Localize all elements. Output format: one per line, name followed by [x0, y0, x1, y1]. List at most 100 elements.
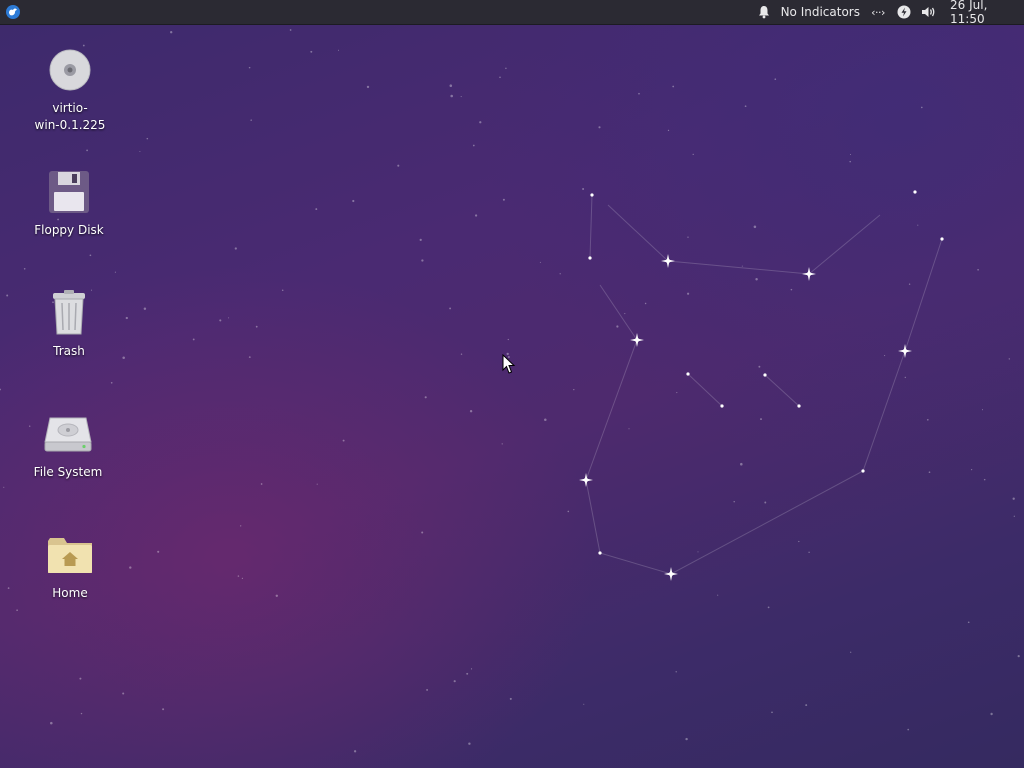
wallpaper-star-core	[583, 477, 589, 483]
wallpaper-dust	[228, 317, 230, 319]
wallpaper-dust	[983, 478, 986, 481]
wallpaper-dust	[79, 677, 82, 680]
floppy-disk-icon	[45, 168, 93, 216]
wallpaper-star-core	[668, 571, 674, 577]
desktop-icon-virtio-win[interactable]: virtio- win-0.1.225	[22, 46, 118, 134]
wallpaper-dust	[771, 711, 773, 714]
wallpaper-dust	[23, 268, 26, 270]
wallpaper-dust	[774, 78, 777, 81]
power-icon[interactable]	[894, 0, 914, 24]
wallpaper-dust	[539, 261, 541, 263]
wallpaper-dust	[50, 721, 53, 725]
wallpaper-dust	[850, 651, 852, 653]
wallpaper-dust	[920, 106, 923, 109]
wallpaper-dust	[248, 66, 251, 69]
wallpaper-dust	[638, 92, 640, 95]
desktop-icon-file-system[interactable]: File System	[20, 410, 116, 481]
wallpaper-dust	[342, 439, 345, 442]
wallpaper-dust	[507, 338, 509, 341]
wallpaper-dust	[125, 316, 128, 320]
wallpaper-dust	[582, 188, 585, 190]
wallpaper-dust	[672, 85, 675, 88]
wallpaper-dust	[219, 319, 222, 322]
wallpaper-dust	[567, 510, 570, 513]
wallpaper-dust	[260, 483, 263, 485]
wallpaper-dust	[234, 247, 237, 250]
wallpaper-dust	[907, 728, 910, 731]
wallpaper-dust	[237, 575, 240, 577]
wallpaper-dust	[767, 606, 770, 609]
indicators-label[interactable]: No Indicators	[779, 0, 868, 24]
wallpaper-dust	[616, 325, 619, 328]
wallpaper-dust	[89, 254, 92, 257]
wallpaper-dust	[0, 388, 1, 391]
clock[interactable]: 26 Jul, 11:50	[950, 0, 1024, 26]
wallpaper-dust	[170, 31, 173, 34]
wallpaper-dust	[758, 365, 761, 368]
bell-icon[interactable]	[753, 0, 775, 24]
desktop-icon-label: Trash	[53, 344, 85, 358]
wallpaper-dust	[281, 289, 284, 292]
volume-icon[interactable]	[918, 0, 940, 24]
wallpaper-dust	[426, 688, 429, 691]
wallpaper-dust	[316, 483, 318, 485]
wallpaper-dust	[685, 737, 688, 741]
wallpaper-dust	[505, 67, 507, 70]
wallpaper-dust	[397, 164, 400, 167]
wallpaper-dust	[472, 144, 475, 147]
desktop-icon-floppy-disk[interactable]: Floppy Disk	[21, 168, 117, 239]
wallpaper-star	[661, 254, 675, 268]
network-icon[interactable]: ‹··›	[868, 0, 888, 24]
wallpaper-dust	[466, 672, 469, 675]
wallpaper-dust	[468, 742, 471, 745]
wallpaper-dust	[424, 396, 427, 399]
wallpaper-dust	[676, 392, 678, 394]
wallpaper-dust	[928, 471, 931, 474]
wallpaper-dust	[798, 540, 800, 543]
wallpaper-star-core	[902, 348, 908, 354]
wallpaper-dust	[667, 129, 670, 132]
wallpaper-dust	[760, 418, 762, 421]
wallpaper-dust	[1017, 655, 1020, 658]
wallpaper-dust	[453, 680, 456, 683]
wallpaper-dust	[755, 278, 758, 281]
wallpaper-dust	[143, 307, 147, 311]
wallpaper-dust	[764, 501, 767, 504]
wallpaper-dust	[741, 265, 743, 267]
wallpaper-dust	[122, 356, 125, 360]
wallpaper-dust	[7, 587, 10, 589]
wallpaper-dust	[449, 307, 452, 310]
wallpaper-dust	[479, 121, 482, 124]
whisker-menu-icon[interactable]	[4, 3, 22, 21]
wallpaper-dust	[917, 224, 919, 226]
wallpaper-dust	[460, 96, 462, 98]
wallpaper-dust	[129, 566, 132, 569]
wallpaper-dust	[740, 462, 743, 466]
wallpaper-star-core	[634, 337, 640, 343]
wallpaper-dust	[310, 50, 313, 53]
wallpaper-dust	[352, 199, 355, 203]
wallpaper-dust	[808, 551, 810, 554]
wallpaper-star	[664, 567, 678, 581]
wallpaper-dust	[110, 381, 113, 384]
wallpaper-dust	[1013, 515, 1015, 517]
wallpaper-star-core	[806, 271, 812, 277]
wallpaper-dust	[908, 283, 911, 285]
hard-drive-icon	[44, 410, 92, 458]
wallpaper-dust	[421, 259, 424, 262]
wallpaper-dust	[474, 214, 478, 217]
wallpaper-dust	[1012, 497, 1015, 500]
wallpaper-star	[898, 344, 912, 358]
wallpaper-dust	[717, 594, 719, 596]
home-folder-icon	[46, 531, 94, 579]
wallpaper-dust	[884, 355, 886, 357]
wallpaper-dust	[849, 160, 851, 163]
wallpaper-dust	[469, 409, 473, 413]
wallpaper-dust	[499, 76, 501, 79]
desktop-icon-trash[interactable]: Trash	[21, 289, 117, 360]
wallpaper-dust	[146, 137, 149, 140]
desktop-icon-home[interactable]: Home	[22, 531, 118, 602]
wallpaper-dust	[733, 500, 735, 503]
wallpaper-dust	[687, 292, 690, 295]
wallpaper-dust	[255, 325, 258, 328]
